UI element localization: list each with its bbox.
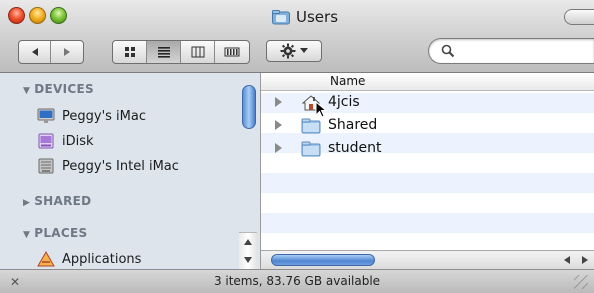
applications-icon [37,251,55,267]
close-window-button[interactable] [8,7,25,24]
scroll-left-arrow-icon [564,256,570,264]
sidebar-section-shared[interactable]: ▶ SHARED [23,194,91,208]
finder-window: Users ▼ DEVICES Peggy's iMac iDisk Peggy… [0,0,594,293]
column-name-label: Name [330,74,366,88]
scroll-right-arrow-icon [582,256,588,264]
back-forward-control [18,40,84,64]
file-name: student [328,140,382,156]
sidebar-scrollbar[interactable] [239,73,257,269]
sidebar-item-label: Peggy's Intel iMac [62,158,179,174]
folder-icon [301,141,321,157]
list-row-shared[interactable]: Shared [261,116,594,136]
file-name: 4jcis [328,94,360,110]
disclosure-triangle-icon[interactable] [275,97,282,107]
file-list: Name 4jcis Shared student [261,73,594,269]
imac-icon [37,108,55,123]
chevron-down-icon [300,48,308,53]
toolbar-toggle-button[interactable] [564,9,594,25]
status-bar: ✕ 3 items, 83.76 GB available [0,269,594,293]
column-view-button[interactable] [181,41,215,63]
disclosure-triangle-icon[interactable] [275,120,282,130]
gear-icon [280,43,296,59]
sidebar-item-label: Applications [62,251,142,267]
resize-grip-icon[interactable] [574,275,588,289]
list-row-4jcis[interactable]: 4jcis [261,93,594,118]
status-text: 3 items, 83.76 GB available [213,274,381,288]
folder-icon [301,118,321,134]
idisk-icon [38,133,54,149]
sidebar-section-places[interactable]: ▼ PLACES [23,226,87,240]
sidebar-item-idisk[interactable]: iDisk [37,132,94,150]
sidebar-item-label: iDisk [62,133,94,149]
coverflow-view-icon [224,47,240,57]
back-arrow-icon [31,48,38,56]
sidebar-item-peggys-intel-imac[interactable]: Peggy's Intel iMac [37,157,179,175]
forward-button[interactable] [51,41,83,63]
toolbar: Users [0,0,594,73]
search-field[interactable] [428,38,594,64]
column-view-icon [191,46,204,58]
list-view-button[interactable] [147,41,181,63]
search-icon [441,44,455,58]
forward-arrow-icon [64,48,70,56]
window-title-area: Users [272,7,338,27]
sidebar-scroll-arrows[interactable] [239,232,257,269]
disclosure-expanded-icon: ▼ [23,86,31,96]
sidebar-item-label: Peggy's iMac [62,108,146,124]
view-mode-control [112,40,250,64]
coverflow-view-button[interactable] [215,41,249,63]
back-button[interactable] [19,41,51,63]
disclosure-expanded-icon: ▼ [23,230,31,240]
sidebar-scroll-thumb[interactable] [242,85,256,129]
users-folder-icon [272,9,290,24]
icon-view-button[interactable] [113,41,147,63]
sidebar-section-devices[interactable]: ▼ DEVICES [23,82,94,96]
sidebar-item-peggys-imac[interactable]: Peggy's iMac [37,107,146,125]
sidebar: ▼ DEVICES Peggy's iMac iDisk Peggy's Int… [0,73,261,269]
icon-view-icon [124,47,135,57]
hard-drive-icon [38,158,54,174]
disclosure-triangle-icon[interactable] [275,143,282,153]
file-name: Shared [328,117,378,133]
horizontal-scroll-thumb[interactable] [271,254,375,266]
sidebar-item-applications[interactable]: Applications [37,250,141,268]
list-row-student[interactable]: student [261,139,594,159]
action-menu-button[interactable] [266,40,322,62]
scroll-down-arrow-icon [244,257,252,263]
list-column-header[interactable]: Name [261,73,594,91]
horizontal-scrollbar[interactable] [261,250,594,269]
zoom-window-button[interactable] [50,7,67,24]
scroll-up-arrow-icon [244,239,252,245]
list-view-icon [157,47,170,58]
disclosure-collapsed-icon: ▶ [23,198,31,208]
minimize-window-button[interactable] [29,7,46,24]
window-title: Users [296,8,339,26]
